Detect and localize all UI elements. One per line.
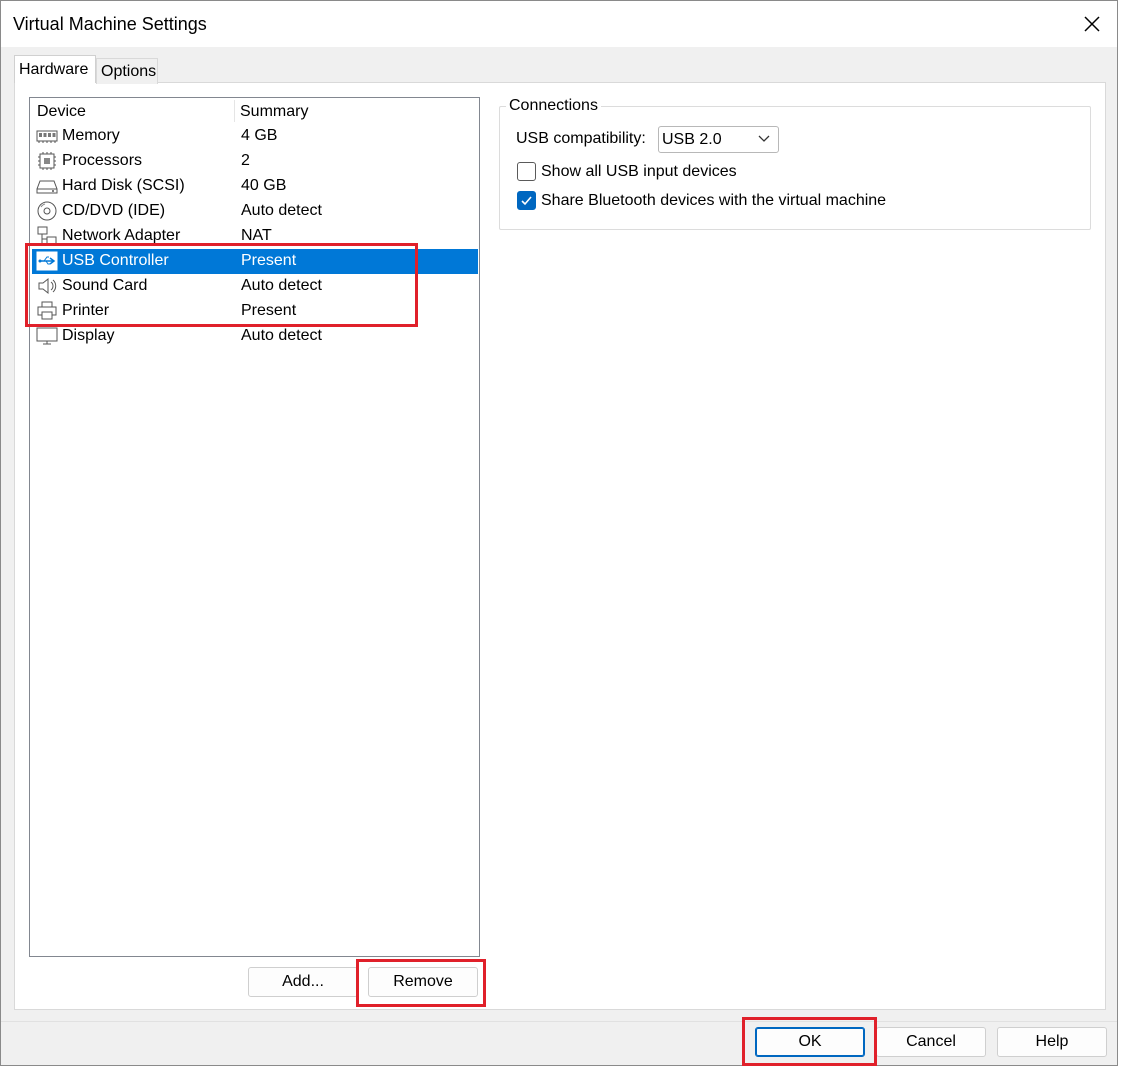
device-summary: Auto detect	[241, 327, 322, 344]
device-summary: 4 GB	[241, 127, 278, 144]
cancel-button[interactable]: Cancel	[876, 1027, 986, 1057]
device-name: CD/DVD (IDE)	[62, 202, 166, 219]
device-name: Network Adapter	[62, 227, 181, 244]
device-summary: Present	[241, 252, 297, 269]
share-bluetooth-checkbox[interactable]	[517, 191, 536, 210]
device-summary: 40 GB	[241, 177, 287, 194]
device-row-network-adapter[interactable]: Network Adapter NAT	[32, 224, 478, 249]
printer-icon	[37, 301, 57, 320]
device-row-display[interactable]: Display Auto detect	[32, 324, 478, 349]
device-row-sound-card[interactable]: Sound Card Auto detect	[32, 274, 478, 299]
share-bluetooth-label[interactable]: Share Bluetooth devices with the virtual…	[541, 192, 886, 210]
device-row-usb-controller[interactable]: USB Controller Present	[32, 249, 478, 274]
cd-dvd-icon	[37, 201, 57, 221]
add-device-button[interactable]: Add...	[248, 967, 358, 997]
column-header-summary[interactable]: Summary	[240, 103, 308, 121]
device-name: Processors	[62, 152, 143, 169]
device-row-hard-disk[interactable]: Hard Disk (SCSI) 40 GB	[32, 174, 478, 199]
usb-icon	[36, 251, 58, 271]
checkmark-icon	[521, 196, 532, 206]
chevron-down-icon	[758, 135, 770, 142]
device-name: USB Controller	[62, 252, 169, 269]
processor-icon	[38, 152, 56, 170]
close-icon	[1084, 16, 1100, 32]
memory-icon	[36, 130, 58, 143]
device-summary: 2	[241, 152, 250, 169]
tab-options[interactable]: Options	[96, 58, 158, 84]
vm-settings-dialog: Virtual Machine Settings Hardware Option…	[0, 0, 1118, 1066]
device-summary: NAT	[241, 227, 272, 244]
help-button[interactable]: Help	[997, 1027, 1107, 1057]
show-all-usb-checkbox[interactable]	[517, 162, 536, 181]
usb-compatibility-select[interactable]: USB 2.0	[658, 126, 779, 153]
show-all-usb-label[interactable]: Show all USB input devices	[541, 163, 737, 181]
hard-disk-icon	[36, 180, 58, 194]
remove-device-button[interactable]: Remove	[368, 967, 478, 997]
footer-divider	[1, 1021, 1117, 1022]
device-summary: Auto detect	[241, 202, 322, 219]
title-bar: Virtual Machine Settings	[1, 1, 1117, 47]
device-row-printer[interactable]: Printer Present	[32, 299, 478, 324]
device-summary: Auto detect	[241, 277, 322, 294]
device-name: Printer	[62, 302, 110, 319]
connections-group-label: Connections	[506, 97, 601, 115]
window-title: Virtual Machine Settings	[13, 14, 207, 34]
device-row-processors[interactable]: Processors 2	[32, 149, 478, 174]
network-icon	[37, 226, 57, 245]
speaker-icon	[38, 277, 57, 295]
tab-hardware[interactable]: Hardware	[14, 55, 96, 83]
display-icon	[36, 327, 58, 345]
ok-button[interactable]: OK	[755, 1027, 865, 1057]
usb-compatibility-value: USB 2.0	[662, 131, 722, 148]
usb-compatibility-label: USB compatibility:	[516, 130, 646, 147]
list-header: Device Summary	[30, 98, 479, 124]
device-name: Sound Card	[62, 277, 148, 294]
device-name: Display	[62, 327, 115, 344]
device-name: Memory	[62, 127, 120, 144]
column-header-device[interactable]: Device	[37, 103, 86, 121]
device-summary: Present	[241, 302, 297, 319]
column-separator[interactable]	[234, 100, 235, 122]
device-list[interactable]: Device Summary Memory 4 GB Processors 2	[29, 97, 480, 957]
close-button[interactable]	[1077, 9, 1107, 39]
device-name: Hard Disk (SCSI)	[62, 177, 185, 194]
device-row-memory[interactable]: Memory 4 GB	[32, 124, 478, 149]
device-row-cd-dvd[interactable]: CD/DVD (IDE) Auto detect	[32, 199, 478, 224]
